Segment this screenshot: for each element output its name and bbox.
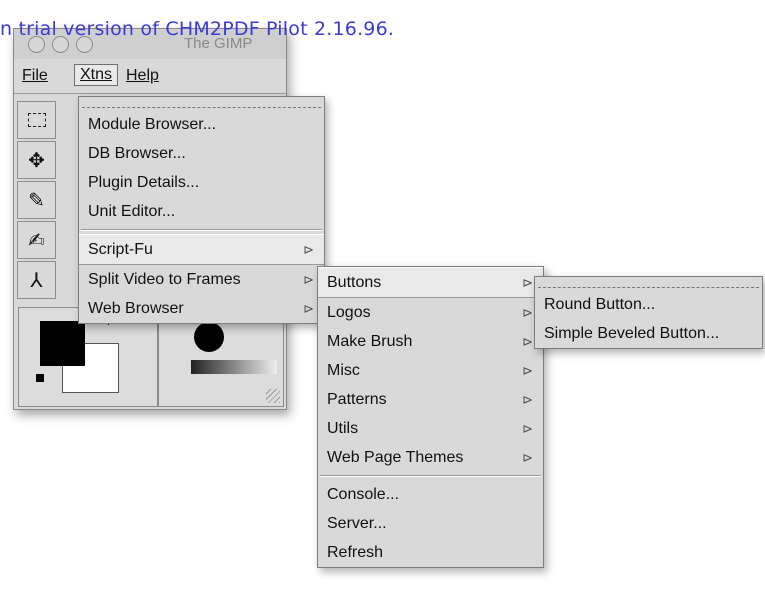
- menu-item-make-brush[interactable]: Make Brush ⊳: [318, 327, 543, 356]
- brush-preview[interactable]: [194, 322, 224, 352]
- menu-item-script-fu[interactable]: Script-Fu ⊳: [79, 234, 324, 265]
- color-picker-icon: ✎: [28, 188, 45, 212]
- gradient-preview[interactable]: [191, 360, 277, 374]
- clone-icon: ✍: [28, 228, 45, 252]
- menu-item-label: Console...: [327, 486, 400, 503]
- menu-item-round-button[interactable]: Round Button...: [535, 290, 762, 319]
- menu-item-label: Patterns: [327, 391, 387, 408]
- menu-item-label: Unit Editor...: [88, 203, 176, 220]
- measure-icon: ⅄: [30, 268, 43, 292]
- submenu-arrow-icon: ⊳: [303, 272, 314, 287]
- submenu-arrow-icon: ⊳: [522, 450, 533, 465]
- menu-item-console[interactable]: Console...: [318, 480, 543, 509]
- submenu-arrow-icon: ⊳: [522, 305, 533, 320]
- submenu-arrow-icon: ⊳: [522, 392, 533, 407]
- menu-item-unit-editor[interactable]: Unit Editor...: [79, 197, 324, 226]
- menu-separator: [81, 229, 322, 231]
- xtns-menu: Module Browser... DB Browser... Plugin D…: [78, 96, 325, 324]
- menu-item-label: DB Browser...: [88, 145, 186, 162]
- menu-item-module-browser[interactable]: Module Browser...: [79, 110, 324, 139]
- move-icon: ✥: [28, 148, 45, 172]
- menu-item-db-browser[interactable]: DB Browser...: [79, 139, 324, 168]
- menu-bar: File Xtns Help: [14, 59, 286, 94]
- menu-item-label: Round Button...: [544, 296, 656, 313]
- trial-watermark: n trial version of CHM2PDF Pilot 2.16.96…: [0, 18, 395, 40]
- rect-select-icon: [27, 113, 46, 127]
- buttons-menu: Round Button... Simple Beveled Button...: [534, 276, 763, 349]
- move-tool[interactable]: ✥: [17, 141, 56, 179]
- rect-select-tool[interactable]: [17, 101, 56, 139]
- menu-item-split-video[interactable]: Split Video to Frames ⊳: [79, 265, 324, 294]
- menu-item-label: Logos: [327, 304, 371, 321]
- menu-item-refresh[interactable]: Refresh: [318, 538, 543, 567]
- submenu-arrow-icon: ⊳: [522, 421, 533, 436]
- menu-item-server[interactable]: Server...: [318, 509, 543, 538]
- submenu-arrow-icon: ⊳: [303, 242, 314, 257]
- menu-item-patterns[interactable]: Patterns ⊳: [318, 385, 543, 414]
- menu-item-logos[interactable]: Logos ⊳: [318, 298, 543, 327]
- color-picker-tool[interactable]: ✎: [17, 181, 56, 219]
- clone-tool[interactable]: ✍: [17, 221, 56, 259]
- menu-item-label: Script-Fu: [88, 241, 153, 258]
- menu-file[interactable]: File: [22, 67, 48, 85]
- menu-item-web-browser[interactable]: Web Browser ⊳: [79, 294, 324, 323]
- submenu-arrow-icon: ⊳: [303, 301, 314, 316]
- foreground-color-swatch[interactable]: [40, 321, 85, 366]
- menu-item-label: Module Browser...: [88, 116, 217, 133]
- menu-item-label: Buttons: [327, 274, 382, 291]
- submenu-arrow-icon: ⊳: [522, 334, 533, 349]
- menu-help[interactable]: Help: [126, 67, 159, 85]
- menu-item-buttons[interactable]: Buttons ⊳: [318, 267, 543, 298]
- tearoff-line[interactable]: [538, 277, 759, 288]
- default-colors-icon[interactable]: [36, 374, 44, 382]
- menu-item-label: Web Browser: [88, 300, 184, 317]
- resize-grip[interactable]: [266, 389, 280, 403]
- menu-item-label: Split Video to Frames: [88, 271, 241, 288]
- menu-item-label: Make Brush: [327, 333, 413, 350]
- menu-item-misc[interactable]: Misc ⊳: [318, 356, 543, 385]
- menu-separator: [320, 475, 541, 477]
- submenu-arrow-icon: ⊳: [522, 363, 533, 378]
- script-fu-menu: Buttons ⊳ Logos ⊳ Make Brush ⊳ Misc ⊳ Patter…: [317, 266, 544, 568]
- menu-item-label: Misc: [327, 362, 360, 379]
- menu-item-utils[interactable]: Utils ⊳: [318, 414, 543, 443]
- menu-item-plugin-details[interactable]: Plugin Details...: [79, 168, 324, 197]
- menu-item-label: Utils: [327, 420, 359, 437]
- measure-tool[interactable]: ⅄: [17, 261, 56, 299]
- menu-item-label: Plugin Details...: [88, 174, 200, 191]
- menu-item-web-page-themes[interactable]: Web Page Themes ⊳: [318, 443, 543, 472]
- tearoff-line[interactable]: [82, 97, 321, 108]
- menu-item-label: Simple Beveled Button...: [544, 325, 720, 342]
- submenu-arrow-icon: ⊳: [522, 275, 533, 290]
- menu-item-label: Web Page Themes: [327, 449, 464, 466]
- menu-item-label: Server...: [327, 515, 387, 532]
- menu-item-label: Refresh: [327, 544, 384, 561]
- menu-xtns[interactable]: Xtns: [74, 64, 119, 86]
- menu-item-simple-beveled-button[interactable]: Simple Beveled Button...: [535, 319, 762, 348]
